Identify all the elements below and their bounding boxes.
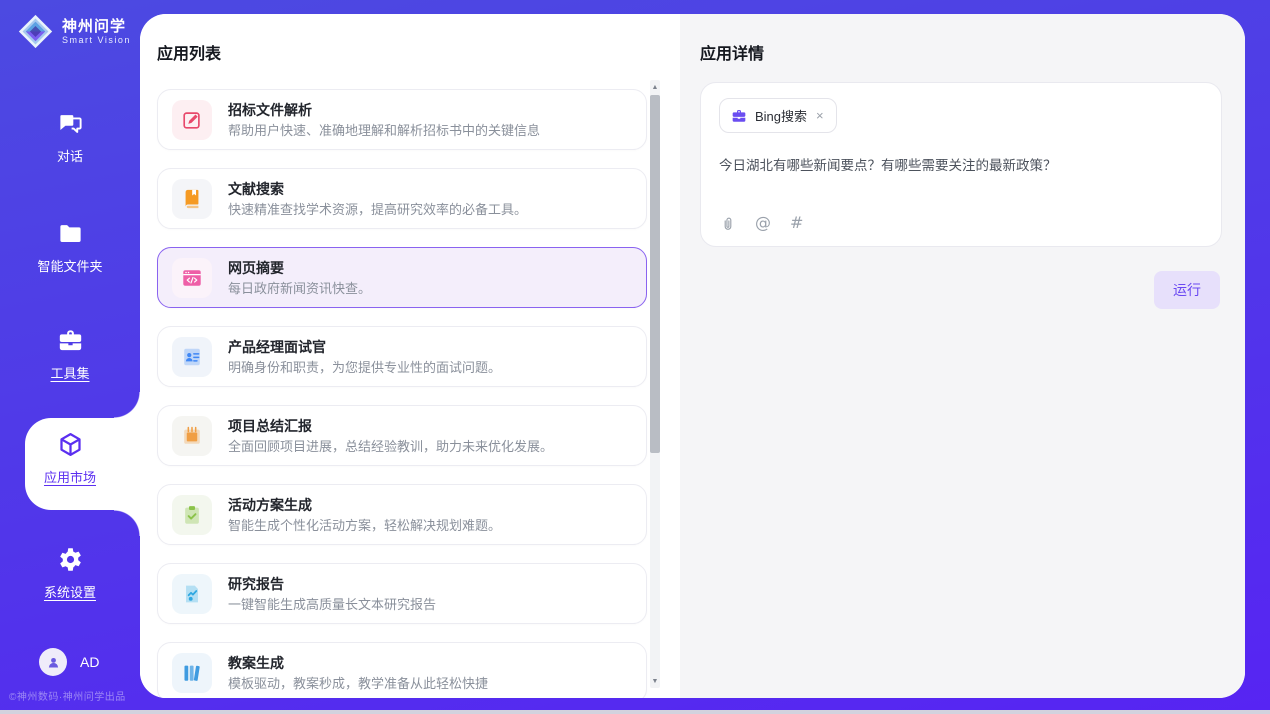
cube-icon [57, 431, 84, 458]
sidebar-item-label: 智能文件夹 [37, 256, 102, 275]
app-card[interactable]: 产品经理面试官明确身份和职责，为您提供专业性的面试问题。 [157, 326, 647, 387]
app-list-panel: 应用列表 招标文件解析帮助用户快速、准确地理解和解析招标书中的关键信息文献搜索快… [140, 14, 680, 698]
folder-icon [57, 220, 84, 247]
briefcase-icon [57, 327, 84, 354]
summary-note-icon [172, 416, 212, 456]
app-card-text: 活动方案生成智能生成个性化活动方案，轻松解决规划难题。 [228, 497, 501, 533]
app-card-text: 招标文件解析帮助用户快速、准确地理解和解析招标书中的关键信息 [228, 102, 540, 138]
app-card-title: 产品经理面试官 [228, 339, 501, 355]
interview-icon [172, 337, 212, 377]
close-icon[interactable]: × [815, 109, 825, 122]
app-card-text: 文献搜索快速精准查找学术资源，提高研究效率的必备工具。 [228, 181, 527, 217]
app-card-title: 教案生成 [228, 655, 488, 671]
sidebar-item-toolset[interactable]: 工具集 [0, 327, 140, 382]
app-card-description: 模板驱动，教案秒成，教学准备从此轻松快捷 [228, 676, 488, 691]
sidebar-item-label: 系统设置 [44, 582, 96, 601]
app-card-title: 项目总结汇报 [228, 418, 553, 434]
sidebar-item-chat[interactable]: 对话 [0, 110, 140, 165]
query-input[interactable]: 今日湖北有哪些新闻要点？有哪些需要关注的最新政策？ [719, 154, 1203, 174]
app-detail-panel: 应用详情 Bing搜索 × 今日湖北有哪些新闻要点？有哪些需要关注的最新政策？ … [680, 14, 1245, 698]
sidebar-item-system-settings[interactable]: 系统设置 [0, 546, 140, 601]
app-card[interactable]: 网页摘要每日政府新闻资讯快查。 [157, 247, 647, 308]
sidebar-item-app-market[interactable]: 应用市场 [0, 431, 140, 486]
app-card-description: 一键智能生成高质量长文本研究报告 [228, 597, 436, 612]
tool-tag-bing-search[interactable]: Bing搜索 × [719, 98, 837, 133]
tool-tag-label: Bing搜索 [755, 106, 807, 125]
copyright-text: ©神州数码·神州问学出品 [9, 688, 126, 703]
avatar[interactable] [39, 648, 67, 676]
chat-icon [57, 110, 84, 137]
scrollbar-thumb[interactable] [650, 95, 660, 453]
paperclip-icon[interactable] [720, 216, 736, 232]
app-card[interactable]: 项目总结汇报全面回顾项目进展，总结经验教训，助力未来优化发展。 [157, 405, 647, 466]
app-detail-title: 应用详情 [700, 40, 1222, 64]
user-icon [45, 654, 62, 671]
app-card[interactable]: 活动方案生成智能生成个性化活动方案，轻松解决规划难题。 [157, 484, 647, 545]
book-icon [172, 179, 212, 219]
sidebar-item-label: 工具集 [50, 363, 89, 382]
user-account[interactable]: AD [39, 648, 99, 676]
attachment-toolbar: @# [720, 215, 803, 233]
app-card-description: 智能生成个性化活动方案，轻松解决规划难题。 [228, 518, 501, 533]
gem-logo-icon [17, 13, 54, 50]
user-initials: AD [80, 654, 99, 670]
briefcase-icon [731, 108, 747, 124]
mention-icon[interactable]: @ [755, 215, 771, 233]
report-icon [172, 574, 212, 614]
app-card-text: 研究报告一键智能生成高质量长文本研究报告 [228, 576, 436, 612]
app-card-description: 明确身份和职责，为您提供专业性的面试问题。 [228, 360, 501, 375]
app-card-title: 文献搜索 [228, 181, 527, 197]
app-card-title: 网页摘要 [228, 260, 371, 276]
sidebar-item-smart-folder[interactable]: 智能文件夹 [0, 220, 140, 275]
brand-name: 神州问学 [62, 18, 131, 35]
app-card-title: 活动方案生成 [228, 497, 501, 513]
clipboard-icon [172, 495, 212, 535]
app-card-title: 招标文件解析 [228, 102, 540, 118]
window-bottom-edge [0, 710, 1270, 714]
app-list: 招标文件解析帮助用户快速、准确地理解和解析招标书中的关键信息文献搜索快速精准查找… [157, 89, 647, 698]
app-list-title: 应用列表 [157, 40, 680, 64]
app-card-title: 研究报告 [228, 576, 436, 592]
app-card-description: 快速精准查找学术资源，提高研究效率的必备工具。 [228, 202, 527, 217]
app-card-description: 每日政府新闻资讯快查。 [228, 281, 371, 296]
gear-icon [57, 546, 84, 573]
app-card[interactable]: 教案生成模板驱动，教案秒成，教学准备从此轻松快捷 [157, 642, 647, 698]
web-summary-icon [172, 258, 212, 298]
scroll-down-arrow-icon[interactable]: ▼ [650, 675, 660, 687]
app-list-scrollbar[interactable]: ▲ ▼ [650, 80, 660, 688]
app-card[interactable]: 文献搜索快速精准查找学术资源，提高研究效率的必备工具。 [157, 168, 647, 229]
books-icon [172, 653, 212, 693]
scroll-up-arrow-icon[interactable]: ▲ [650, 81, 660, 93]
hash-icon[interactable]: # [790, 215, 803, 233]
sidebar: 神州问学 Smart Vision 对话智能文件夹工具集应用市场系统设置 AD … [0, 0, 140, 710]
main-content: 应用列表 招标文件解析帮助用户快速、准确地理解和解析招标书中的关键信息文献搜索快… [140, 14, 1245, 698]
app-card-description: 全面回顾项目进展，总结经验教训，助力未来优化发展。 [228, 439, 553, 454]
app-card-description: 帮助用户快速、准确地理解和解析招标书中的关键信息 [228, 123, 540, 138]
brand-tagline: Smart Vision [62, 35, 131, 46]
app-card-text: 教案生成模板驱动，教案秒成，教学准备从此轻松快捷 [228, 655, 488, 691]
app-card-text: 项目总结汇报全面回顾项目进展，总结经验教训，助力未来优化发展。 [228, 418, 553, 454]
prompt-card: Bing搜索 × 今日湖北有哪些新闻要点？有哪些需要关注的最新政策？ @# [700, 82, 1222, 247]
app-card-text: 产品经理面试官明确身份和职责，为您提供专业性的面试问题。 [228, 339, 501, 375]
sidebar-item-label: 应用市场 [44, 467, 96, 486]
app-card[interactable]: 招标文件解析帮助用户快速、准确地理解和解析招标书中的关键信息 [157, 89, 647, 150]
app-card[interactable]: 研究报告一键智能生成高质量长文本研究报告 [157, 563, 647, 624]
sidebar-item-label: 对话 [57, 146, 83, 165]
run-button[interactable]: 运行 [1154, 271, 1220, 309]
brand-logo: 神州问学 Smart Vision [17, 13, 131, 50]
app-card-text: 网页摘要每日政府新闻资讯快查。 [228, 260, 371, 296]
bid-edit-icon [172, 100, 212, 140]
